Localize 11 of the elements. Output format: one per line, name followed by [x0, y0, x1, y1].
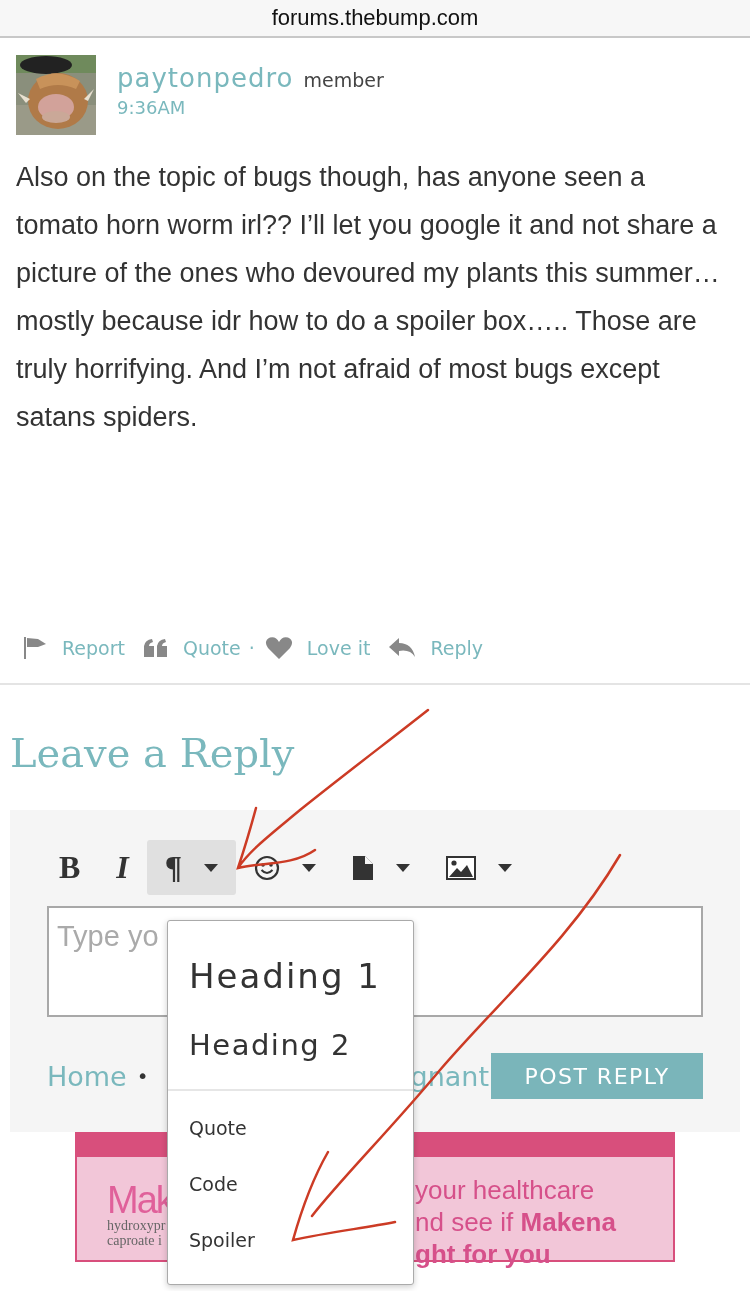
ad-text: your healthcare [415, 1174, 596, 1206]
breadcrumb-separator: • [136, 1064, 149, 1088]
member-role: member [303, 69, 384, 91]
address-text: forums.thebump.com [271, 5, 479, 31]
post-text: Also on the topic of bugs though, has anyone seen a tomato horn worm irl?? I’ll let you google it and not share a picture of the ones who devoured my plants this summer… mostly because idr how to do a spoiler box….. Those are truly horrifying. And I’m not afraid of most bugs except satans spiders. [15, 161, 721, 434]
ad-brand-subtitle: caproate i [107, 1233, 162, 1248]
post-time: 9:36AM [117, 97, 187, 118]
separator-dot: · [248, 637, 255, 659]
ad-brand-subtitle: hydroxypr [107, 1218, 166, 1233]
ad-text: nd see if Makena [415, 1206, 616, 1238]
section-heading: Leave a Reply [10, 730, 296, 778]
